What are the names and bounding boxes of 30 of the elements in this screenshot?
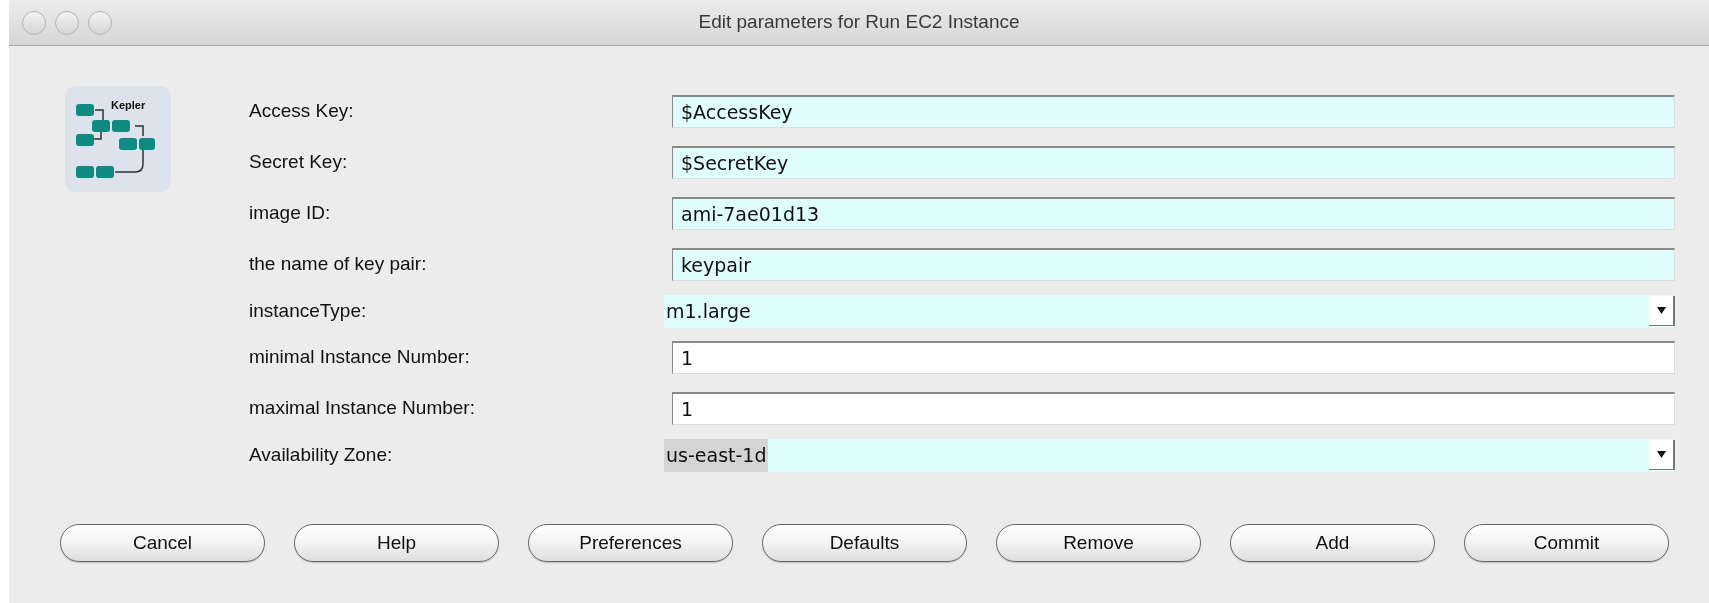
logo-text: Kepler xyxy=(111,98,146,113)
window-title: Edit parameters for Run EC2 Instance xyxy=(698,10,1020,35)
dialog-button[interactable]: Remove xyxy=(996,524,1201,562)
input-field[interactable]: ami-7ae01d13 xyxy=(672,197,1675,230)
dropdown-value: us-east-1d xyxy=(664,438,769,472)
dialog-button[interactable]: Add xyxy=(1230,524,1435,562)
dropdown[interactable]: us-east-1d xyxy=(664,438,1675,472)
dropdown-value: m1.large xyxy=(665,298,752,324)
close-button[interactable] xyxy=(22,10,46,35)
input-field[interactable]: keypair xyxy=(672,248,1675,281)
field-label: Secret Key: xyxy=(249,150,349,175)
field-label: Availability Zone: xyxy=(249,442,394,467)
input-field[interactable]: 1 xyxy=(672,341,1675,374)
input-field[interactable]: 1 xyxy=(672,392,1675,425)
dialog-button[interactable]: Preferences xyxy=(528,524,733,562)
field-label: maximal Instance Number: xyxy=(249,396,476,421)
field-label: instanceType: xyxy=(249,298,368,323)
input-field[interactable]: $SecretKey xyxy=(672,146,1675,179)
field-label: image ID: xyxy=(249,201,332,226)
input-field[interactable]: $AccessKey xyxy=(672,95,1675,128)
field-label: minimal Instance Number: xyxy=(249,345,471,370)
dialog-button[interactable]: Help xyxy=(294,524,499,562)
dialog-button[interactable]: Commit xyxy=(1464,524,1669,562)
dropdown[interactable]: m1.large xyxy=(664,294,1675,328)
dialog-button[interactable]: Defaults xyxy=(762,524,967,562)
dialog-button[interactable]: Cancel xyxy=(60,524,265,562)
field-label: the name of key pair: xyxy=(249,252,428,277)
minimize-button[interactable] xyxy=(55,10,79,35)
zoom-button[interactable] xyxy=(88,10,112,35)
field-label: Access Key: xyxy=(249,99,355,124)
